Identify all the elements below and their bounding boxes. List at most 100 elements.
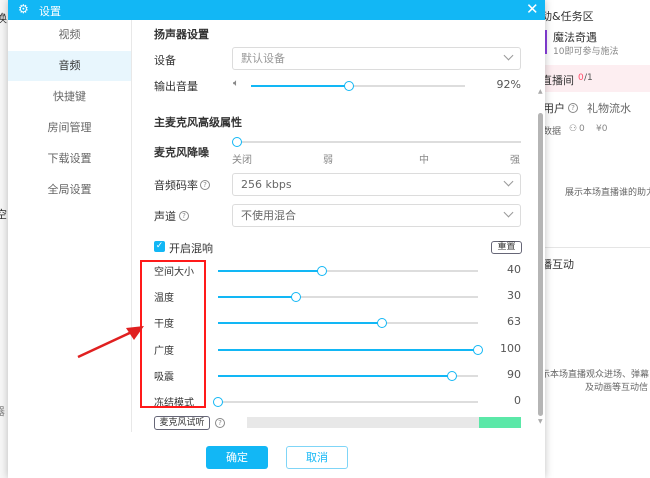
volume-label: 输出音量 [154,80,198,93]
settings-dialog: ⚙ 设置 ✕ 视频 音频 快捷键 房间管理 下载设置 全局设置 ▲ ▼ 扬声器设置 设备 … [8,0,545,478]
help-icon[interactable]: ? [200,180,210,190]
interact-desc: 示本场直播观众进场、弹幕 [545,370,650,380]
reverb-slider-value: 30 [507,289,521,303]
sidebar-divider [131,20,132,432]
reverb-slider-value: 90 [507,367,521,381]
scrollbar-thumb[interactable] [538,113,543,416]
live-room-label: 直播间 [545,74,574,87]
interact-title: 播互动 [545,258,574,271]
interact-desc: 及动画等互动信 [585,383,649,393]
bg-fragment: 换 [0,12,7,25]
background-app-right: 动&任务区 魔法奇遇 10即可参与施法 直播间 0 /1 用户 ? 礼物流水 数… [545,0,650,478]
device-label: 设备 [154,54,176,67]
device-select[interactable]: 默认设备 [232,47,521,70]
background-app-left: 换 空 器 [0,0,8,478]
live-total: /1 [584,73,593,83]
magic-sub: 10即可参与施法 [553,47,619,57]
cancel-button[interactable]: 取消 [286,446,348,469]
speaker-icon: 🔈︎ [233,78,239,89]
slider-fill [218,348,478,351]
channel-value: 不使用混合 [241,209,296,222]
slider-thumb[interactable] [317,266,327,276]
magic-title: 魔法奇遇 [553,31,597,44]
slider-thumb[interactable] [344,81,355,91]
sidebar-item[interactable]: 房间管理 [8,113,131,143]
noise-slider[interactable] [232,137,521,147]
divider [545,247,650,248]
red-arrow-annotation [77,326,144,359]
reverb-slider[interactable] [213,397,478,407]
dialog-title: 设置 [39,5,61,18]
slider-fill [218,322,382,325]
reverb-label: 开启混响 [169,242,213,255]
bg-fragment: 器 [0,403,5,419]
slider-thumb[interactable] [376,318,387,329]
speaker-heading: 扬声器设置 [154,28,209,41]
sidebar-item[interactable]: 全局设置 [8,175,131,205]
reverb-slider-value: 100 [500,341,521,355]
chevron-down-icon [503,207,514,218]
bg-fragment: 空 [0,208,7,221]
mic-heading: 主麦克风高级属性 [154,116,242,129]
ok-button[interactable]: 确定 [206,446,268,469]
noise-level: 弱 [323,155,333,166]
chevron-down-icon [503,176,514,187]
user-count-icon: ⚇ [569,124,578,134]
reverb-slider[interactable] [218,266,478,276]
close-icon[interactable]: ✕ [526,0,539,18]
reverb-slider[interactable] [218,344,483,355]
scroll-up-icon[interactable]: ▲ [538,88,543,95]
help-icon[interactable]: ? [215,418,225,428]
sidebar-item[interactable]: 快捷键 [8,82,131,112]
volume-slider[interactable] [251,81,465,91]
device-value: 默认设备 [241,52,285,65]
data-money: ¥0 [596,124,608,134]
task-area-title: 动&任务区 [545,10,594,23]
slider-thumb[interactable] [213,397,223,407]
gear-icon: ⚙ [18,2,29,16]
reverb-slider-value: 0 [514,394,521,407]
bitrate-value: 256 kbps [241,178,292,191]
reset-button[interactable]: 重置 [491,241,522,254]
slider-fill [218,296,296,299]
help-text: 展示本场直播谁的助力 [565,188,650,198]
slider-fill [218,270,322,272]
channel-label: 声道 [154,210,176,223]
bitrate-label: 音频码率 [154,179,198,192]
slider-thumb[interactable] [232,137,242,147]
highlight-box [140,260,206,408]
data-users: 0 [579,124,585,134]
noise-level: 强 [510,155,520,166]
noise-label: 麦克风降噪 [154,146,209,159]
slider-thumb[interactable] [291,292,301,303]
reverb-slider-value: 63 [507,315,521,329]
reverb-slider[interactable] [218,292,478,303]
reverb-slider-value: 40 [507,263,521,276]
tab-users[interactable]: 用户 [545,100,565,116]
help-icon[interactable]: ? [179,211,189,221]
channel-select[interactable]: 不使用混合 [232,204,521,227]
reverb-slider[interactable] [218,318,478,329]
noise-level: 关闭 [232,155,252,166]
sidebar-item[interactable]: 视频 [8,20,131,50]
noise-level: 中 [419,155,429,166]
slider-fill [218,374,452,377]
scroll-down-icon[interactable]: ▼ [538,418,543,425]
mic-level-meter [247,417,521,428]
bitrate-select[interactable]: 256 kbps [232,173,521,196]
help-icon[interactable]: ? [568,103,578,113]
mic-monitor-button[interactable]: 麦克风试听 [154,416,210,430]
tab-gifts[interactable]: 礼物流水 [587,100,631,116]
sidebar-item[interactable]: 下载设置 [8,144,131,174]
level-fill [479,417,521,428]
reverb-slider[interactable] [218,370,478,381]
data-label: 数据 [545,127,562,137]
title-bar: ⚙ 设置 ✕ [8,0,545,20]
live-room-banner: 直播间 0 /1 [545,65,650,92]
live-count: 0 [578,73,584,83]
reverb-checkbox[interactable]: ✓ [154,241,165,252]
slider-thumb[interactable] [447,370,457,381]
volume-value: 92% [496,78,521,91]
sidebar-item[interactable]: 音频 [8,51,131,81]
purple-marker [545,30,547,54]
